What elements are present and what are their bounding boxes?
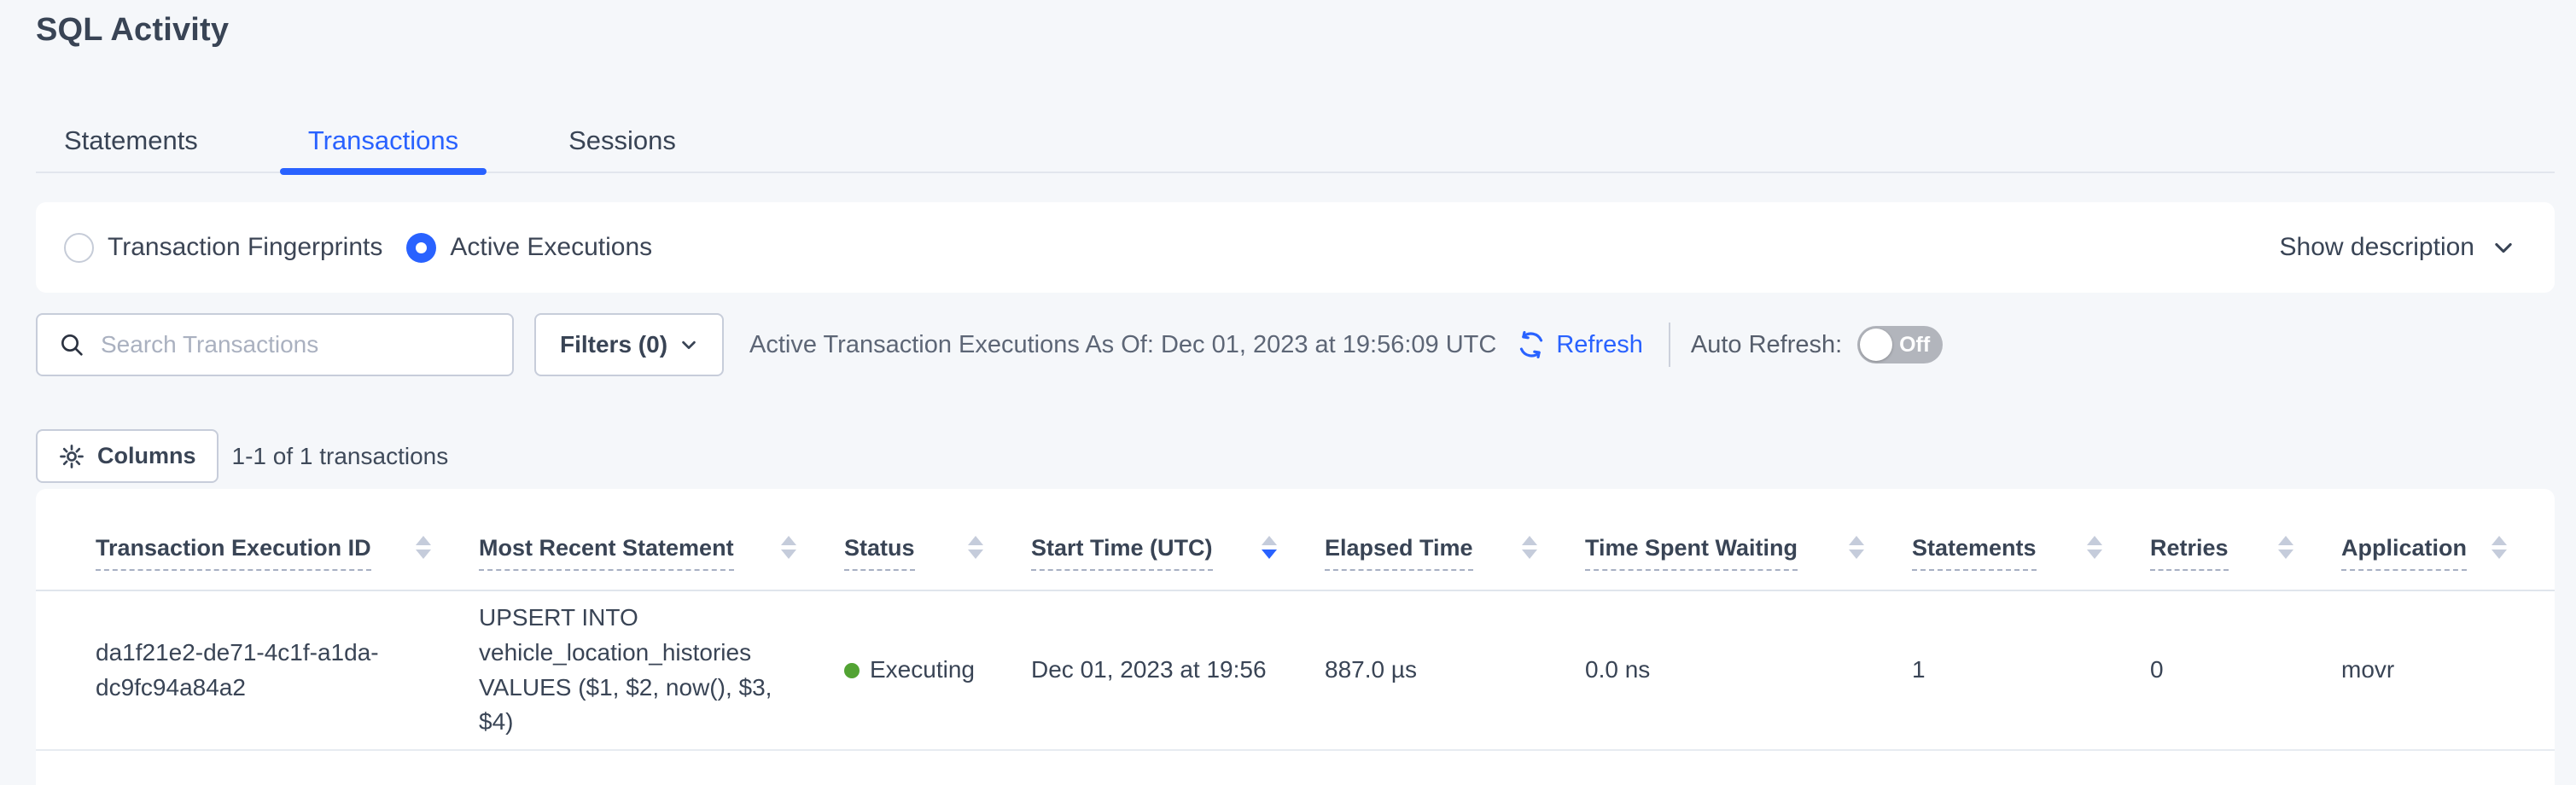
sort-icon[interactable] bbox=[416, 536, 431, 559]
col-header-elapsed-time[interactable]: Elapsed Time bbox=[1325, 489, 1585, 590]
sort-icon[interactable] bbox=[968, 536, 983, 559]
search-icon bbox=[58, 331, 85, 358]
sort-icon-active-desc[interactable] bbox=[1262, 536, 1277, 559]
cell-retries: 0 bbox=[2150, 653, 2341, 688]
cell-time-spent-waiting: 0.0 ns bbox=[1585, 653, 1912, 688]
radio-active-executions[interactable]: Active Executions bbox=[406, 233, 652, 263]
col-header-most-recent-statement[interactable]: Most Recent Statement bbox=[479, 489, 844, 590]
cell-transaction-execution-id[interactable]: da1f21e2-de71-4c1f-a1da-dc9fc94a84a2 bbox=[96, 636, 479, 705]
cell-application: movr bbox=[2341, 653, 2555, 688]
sql-activity-page: SQL Activity Statements Transactions Ses… bbox=[0, 0, 2576, 785]
sort-icon[interactable] bbox=[2491, 536, 2507, 559]
transactions-table: Transaction Execution ID Most Recent Sta… bbox=[36, 489, 2555, 785]
cell-status: Executing bbox=[844, 653, 1031, 688]
show-description-label: Show description bbox=[2280, 233, 2474, 262]
cell-elapsed-time: 887.0 µs bbox=[1325, 653, 1585, 688]
columns-button-label: Columns bbox=[97, 443, 196, 469]
tab-statements[interactable]: Statements bbox=[36, 109, 226, 172]
auto-refresh-toggle[interactable]: Off bbox=[1857, 326, 1943, 363]
cell-most-recent-statement: UPSERT INTO vehicle_location_histories V… bbox=[479, 601, 844, 739]
table-header-row: Transaction Execution ID Most Recent Sta… bbox=[36, 489, 2555, 591]
filter-toolbar: Filters (0) Active Transaction Execution… bbox=[36, 313, 2555, 376]
sort-icon[interactable] bbox=[2278, 536, 2293, 559]
radio-unselected-icon[interactable] bbox=[64, 233, 94, 263]
chevron-down-icon bbox=[2491, 236, 2515, 259]
col-header-start-time[interactable]: Start Time (UTC) bbox=[1031, 489, 1325, 590]
tab-bar: Statements Transactions Sessions bbox=[36, 109, 2555, 173]
show-description-button[interactable]: Show description bbox=[2280, 233, 2515, 262]
toolbar-divider bbox=[1669, 323, 1670, 367]
col-header-application[interactable]: Application bbox=[2341, 489, 2555, 590]
cell-start-time: Dec 01, 2023 at 19:56 bbox=[1031, 653, 1325, 688]
toggle-knob[interactable] bbox=[1860, 329, 1892, 361]
refresh-icon bbox=[1515, 329, 1547, 361]
col-header-status[interactable]: Status bbox=[844, 489, 1031, 590]
auto-refresh-label: Auto Refresh: bbox=[1691, 331, 1842, 359]
sort-icon[interactable] bbox=[1849, 536, 1864, 559]
sort-icon[interactable] bbox=[2087, 536, 2102, 559]
toggle-state-label: Off bbox=[1899, 333, 1930, 358]
status-executing-dot-icon bbox=[844, 663, 860, 678]
col-header-time-spent-waiting[interactable]: Time Spent Waiting bbox=[1585, 489, 1912, 590]
status-label: Executing bbox=[870, 653, 975, 688]
radio-selected-icon[interactable] bbox=[406, 233, 436, 263]
tab-transactions[interactable]: Transactions bbox=[280, 109, 487, 172]
search-box[interactable] bbox=[36, 313, 514, 376]
view-mode-card: Transaction Fingerprints Active Executio… bbox=[36, 202, 2555, 293]
sort-icon[interactable] bbox=[1522, 536, 1537, 559]
columns-button[interactable]: Columns bbox=[36, 429, 219, 483]
page-title: SQL Activity bbox=[36, 12, 229, 49]
table-row[interactable]: da1f21e2-de71-4c1f-a1da-dc9fc94a84a2 UPS… bbox=[36, 591, 2555, 751]
filters-button[interactable]: Filters (0) bbox=[534, 313, 724, 376]
table-controls: Columns 1-1 of 1 transactions bbox=[36, 429, 448, 483]
col-header-statements[interactable]: Statements bbox=[1912, 489, 2150, 590]
refresh-button[interactable]: Refresh bbox=[1515, 329, 1643, 361]
cell-statements: 1 bbox=[1912, 653, 2150, 688]
result-count: 1-1 of 1 transactions bbox=[232, 443, 449, 470]
search-input[interactable] bbox=[101, 331, 495, 358]
radio-label: Active Executions bbox=[450, 233, 652, 262]
refresh-label: Refresh bbox=[1556, 331, 1643, 359]
filters-button-label: Filters (0) bbox=[560, 331, 667, 358]
col-header-retries[interactable]: Retries bbox=[2150, 489, 2341, 590]
gear-icon bbox=[58, 443, 85, 470]
col-header-transaction-execution-id[interactable]: Transaction Execution ID bbox=[96, 489, 479, 590]
radio-transaction-fingerprints[interactable]: Transaction Fingerprints bbox=[64, 233, 382, 263]
chevron-down-icon bbox=[679, 335, 698, 354]
as-of-timestamp: Active Transaction Executions As Of: Dec… bbox=[749, 331, 1496, 359]
sort-icon[interactable] bbox=[781, 536, 796, 559]
radio-label: Transaction Fingerprints bbox=[108, 233, 382, 262]
tab-sessions[interactable]: Sessions bbox=[540, 109, 704, 172]
